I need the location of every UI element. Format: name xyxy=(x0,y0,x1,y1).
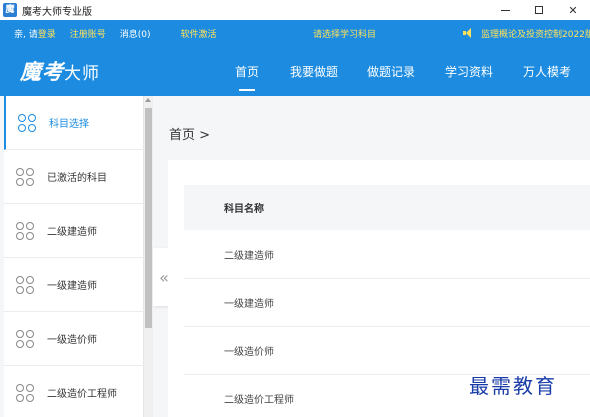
nav-records[interactable]: 做题记录 xyxy=(361,46,421,96)
main-header: 魔考大师 首页 我要做题 做题记录 学习资料 万人模考 xyxy=(0,46,590,96)
sidebar-item-label: 已激活的科目 xyxy=(47,173,107,184)
brand-logo: 魔考大师 xyxy=(20,56,100,86)
login-link[interactable]: 登录 xyxy=(38,27,56,40)
sidebar-scrollbar[interactable] xyxy=(144,96,153,417)
breadcrumb[interactable]: 首页 > xyxy=(169,124,210,143)
notice-marquee[interactable]: 监理概论及投资控制2022版 xyxy=(463,20,590,46)
activate-link[interactable]: 软件激活 xyxy=(181,27,217,40)
table-row[interactable]: 二级建造师 xyxy=(184,231,590,279)
sidebar-item-subject-select[interactable]: 科目选择 xyxy=(4,96,144,150)
messages-link[interactable]: 消息(0) xyxy=(120,27,151,40)
sidebar-item-level2-constructor[interactable]: 二级建造师 xyxy=(4,204,144,258)
table-row[interactable]: 一级造价师 xyxy=(184,327,590,375)
clover-icon xyxy=(18,113,36,132)
app-window: 魔 魔考大师专业版 ✕ 亲, 请登录 注册账号 消息(0) 软件激活 请选择学习… xyxy=(0,0,590,417)
table-cell: 二级造价工程师 xyxy=(224,395,294,406)
table-cell: 一级建造师 xyxy=(224,299,274,310)
clover-icon xyxy=(16,329,34,348)
sidebar-item-label: 科目选择 xyxy=(49,119,89,130)
sidebar: 科目选择 已激活的科目 二级建造师 一级建造师 一级造价师 二级造价工程师 xyxy=(4,96,144,417)
maximize-icon xyxy=(535,6,543,14)
speaker-icon xyxy=(463,28,475,38)
top-info-bar: 亲, 请登录 注册账号 消息(0) 软件激活 请选择学习科目 监理概论及投资控制… xyxy=(0,20,590,46)
minimize-button[interactable] xyxy=(488,0,522,20)
table-cell: 一级造价师 xyxy=(224,347,274,358)
maximize-button[interactable] xyxy=(522,0,556,20)
logo-main-text: 魔考 xyxy=(20,59,64,84)
window-controls: ✕ xyxy=(488,0,590,20)
select-subject-link[interactable]: 请选择学习科目 xyxy=(313,27,376,40)
watermark: 最需教育 xyxy=(469,374,557,398)
table-row[interactable]: 一级建造师 xyxy=(184,279,590,327)
sidebar-item-activated[interactable]: 已激活的科目 xyxy=(4,150,144,204)
title-bar: 魔 魔考大师专业版 ✕ xyxy=(0,0,590,20)
table-cell: 二级建造师 xyxy=(224,251,274,262)
scroll-thumb[interactable] xyxy=(145,108,152,328)
close-icon: ✕ xyxy=(568,3,578,17)
window-title: 魔考大师专业版 xyxy=(22,6,92,18)
nav-home[interactable]: 首页 xyxy=(224,46,270,96)
register-link[interactable]: 注册账号 xyxy=(70,27,106,40)
table-header: 科目名称 xyxy=(184,185,590,230)
clover-icon xyxy=(16,275,34,294)
nav-mock-exam[interactable]: 万人模考 xyxy=(516,46,578,96)
sidebar-item-label: 二级建造师 xyxy=(47,227,97,238)
sidebar-item-level1-cost[interactable]: 一级造价师 xyxy=(4,312,144,366)
sidebar-item-label: 二级造价工程师 xyxy=(47,389,117,400)
app-logo-icon: 魔 xyxy=(3,3,17,17)
scroll-up-arrow-icon[interactable] xyxy=(145,98,151,102)
minimize-icon xyxy=(500,9,510,11)
notice-text: 监理概论及投资控制2022版 xyxy=(481,29,590,40)
sidebar-item-level1-constructor[interactable]: 一级建造师 xyxy=(4,258,144,312)
clover-icon xyxy=(16,383,34,402)
column-header-subject-name: 科目名称 xyxy=(224,204,264,215)
nav-materials[interactable]: 学习资料 xyxy=(439,46,499,96)
sidebar-item-label: 一级造价师 xyxy=(47,335,97,346)
clover-icon xyxy=(16,167,34,186)
sidebar-item-level2-cost-engineer[interactable]: 二级造价工程师 xyxy=(4,366,144,417)
close-button[interactable]: ✕ xyxy=(556,0,590,20)
greeting-text: 亲, 请 xyxy=(14,29,38,40)
sidebar-item-label: 一级建造师 xyxy=(47,281,97,292)
logo-sub-text: 大师 xyxy=(64,64,100,84)
clover-icon xyxy=(16,221,34,240)
nav-practice[interactable]: 我要做题 xyxy=(284,46,344,96)
